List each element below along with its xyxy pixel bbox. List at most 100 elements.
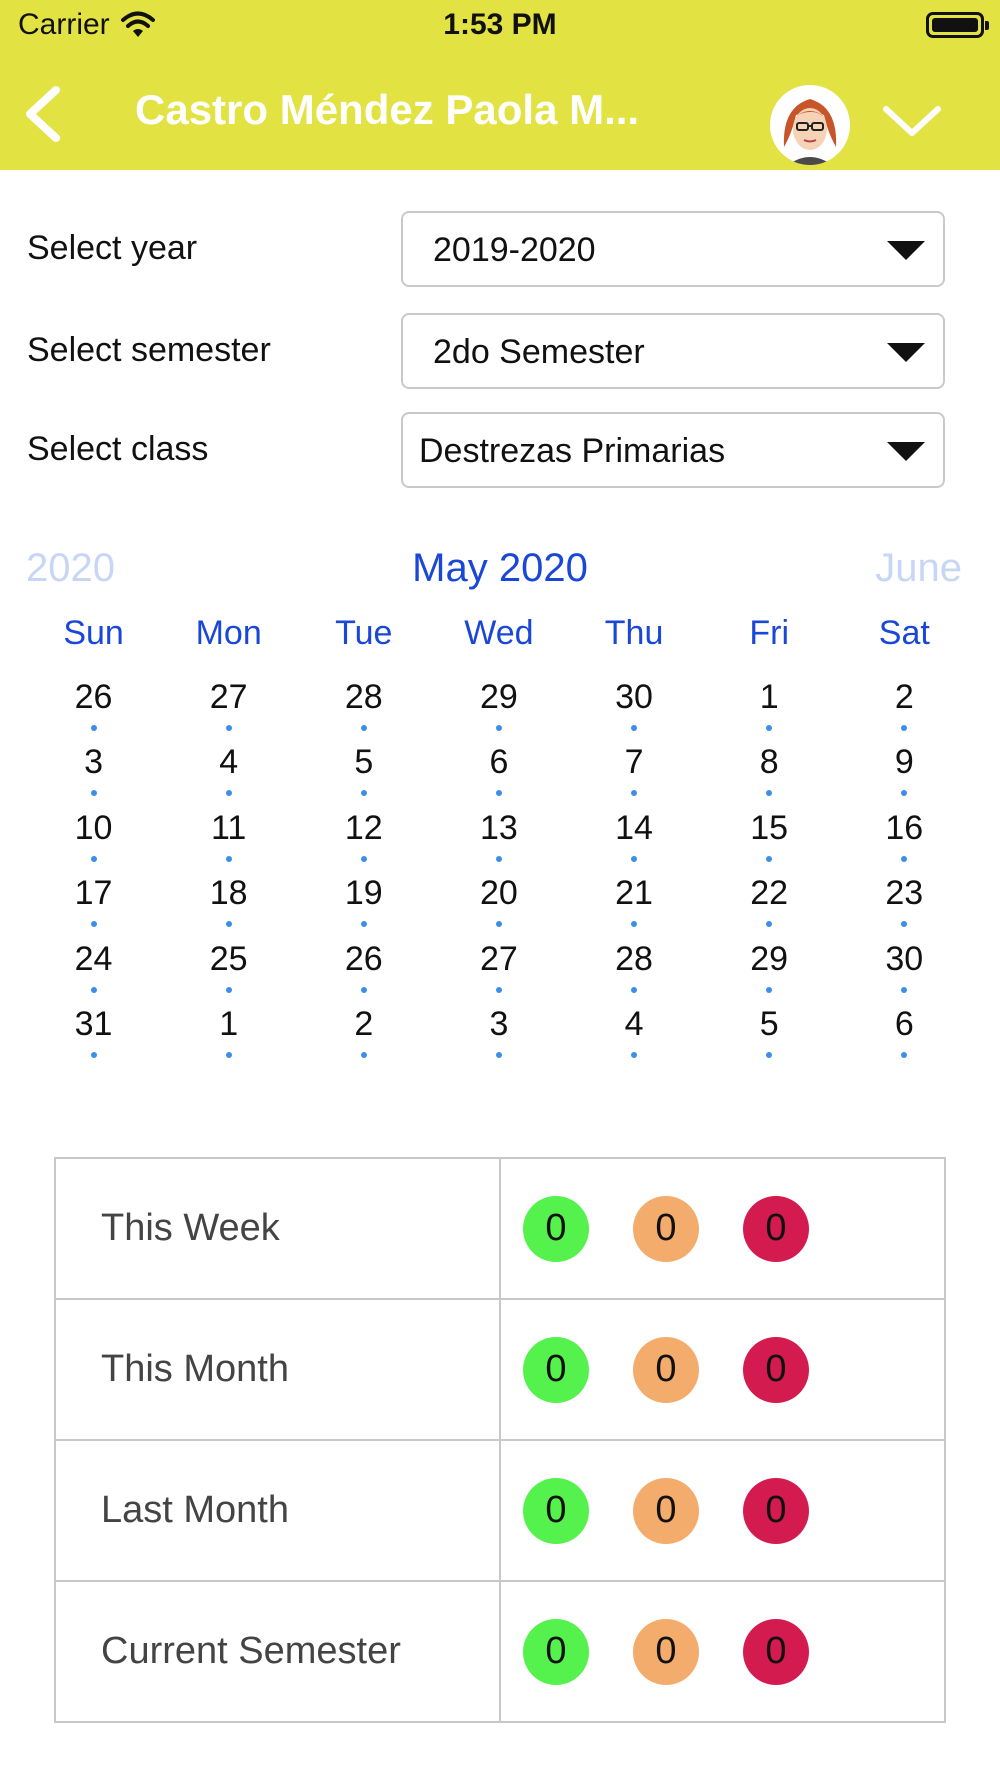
calendar-day-number: 6 <box>489 743 509 782</box>
calendar-day[interactable]: 19 <box>296 873 431 938</box>
page-title: Castro Méndez Paola M... <box>135 86 640 133</box>
chevron-left-icon <box>26 86 60 142</box>
event-dot-icon <box>90 1051 97 1058</box>
calendar-day[interactable]: 17 <box>26 873 161 938</box>
calendar-day[interactable]: 31 <box>26 1004 161 1069</box>
calendar-day[interactable]: 8 <box>702 742 837 807</box>
calendar-day-number: 20 <box>480 874 518 913</box>
calendar-day[interactable]: 13 <box>431 808 566 873</box>
calendar-day[interactable]: 7 <box>567 742 702 807</box>
calendar-day[interactable]: 4 <box>161 742 296 807</box>
calendar-day-number: 18 <box>209 874 248 913</box>
event-dot-icon <box>360 725 367 731</box>
calendar-day[interactable]: 9 <box>837 742 972 807</box>
calendar-day[interactable]: 6 <box>431 742 566 807</box>
summary-row: Last Month 0 0 0 <box>54 1439 946 1582</box>
calendar-day[interactable]: 27 <box>161 677 296 742</box>
year-label: Select year <box>27 229 198 267</box>
event-dot-icon <box>90 921 97 928</box>
event-dot-icon <box>90 725 97 731</box>
calendar-day-number: 30 <box>885 939 924 978</box>
calendar-day[interactable]: 20 <box>431 873 566 938</box>
calendar-day[interactable]: 12 <box>296 808 431 873</box>
weekday-label: Fri <box>749 614 790 652</box>
weekday-label: Tue <box>335 614 393 652</box>
calendar-day-number: 14 <box>615 808 653 847</box>
calendar-day[interactable]: 26 <box>26 677 161 742</box>
calendar-day[interactable]: 3 <box>431 1004 566 1069</box>
calendar-day[interactable]: 2 <box>296 1004 431 1069</box>
semester-label: Select semester <box>27 331 271 369</box>
calendar-day[interactable]: 23 <box>837 873 972 938</box>
calendar-day[interactable]: 26 <box>296 939 431 1004</box>
calendar-day[interactable]: 28 <box>296 677 431 742</box>
calendar-day[interactable]: 10 <box>26 808 161 873</box>
calendar-day[interactable]: 25 <box>161 939 296 1004</box>
calendar-day-number: 11 <box>211 808 247 847</box>
class-select[interactable]: Destrezas Primarias <box>401 412 945 488</box>
weekday-label: Wed <box>464 614 534 652</box>
dropdown-caret-icon <box>887 343 925 362</box>
calendar-day-number: 26 <box>74 678 113 716</box>
event-dot-icon <box>225 1051 232 1058</box>
green-count-badge: 0 <box>523 1336 589 1403</box>
semester-select[interactable]: 2do Semester <box>401 313 945 389</box>
calendar-day[interactable]: 2 <box>837 677 972 742</box>
event-dot-icon <box>901 725 908 731</box>
year-value: 2019-2020 <box>433 231 596 269</box>
event-dot-icon <box>766 725 773 731</box>
summary-period-label: This Month <box>54 1298 501 1441</box>
menu-toggle-button[interactable] <box>880 95 944 145</box>
summary-counts-cell: 000 <box>499 1439 946 1582</box>
calendar-week-row: 17 18 19 20 21 22 23 <box>26 873 972 938</box>
event-dot-icon <box>631 1051 638 1058</box>
calendar-day-number: 21 <box>615 874 653 913</box>
event-dot-icon <box>360 921 367 928</box>
calendar-day[interactable]: 11 <box>161 808 296 873</box>
event-dot-icon <box>901 921 908 928</box>
event-dot-icon <box>631 921 638 928</box>
calendar-day[interactable]: 5 <box>296 742 431 807</box>
calendar-day-number: 27 <box>480 939 518 978</box>
calendar-day[interactable]: 14 <box>567 808 702 873</box>
calendar-day[interactable]: 18 <box>161 873 296 938</box>
calendar-day-number: 29 <box>480 678 518 716</box>
calendar-day[interactable]: 24 <box>26 939 161 1004</box>
calendar-weekdays: Sun Mon Tue Wed Thu Fri Sat <box>26 614 972 653</box>
calendar-day[interactable]: 21 <box>567 873 702 938</box>
calendar-day[interactable]: 28 <box>567 939 702 1004</box>
calendar-month-title: May 2020 <box>412 546 588 590</box>
calendar-day[interactable]: 5 <box>702 1004 837 1069</box>
dropdown-caret-icon <box>887 442 925 461</box>
calendar-day[interactable]: 6 <box>837 1004 972 1069</box>
calendar-day[interactable]: 30 <box>837 939 972 1004</box>
calendar-day[interactable]: 30 <box>567 677 702 742</box>
calendar-day-number: 26 <box>344 939 383 978</box>
event-dot-icon <box>901 855 908 862</box>
calendar-day[interactable]: 15 <box>702 808 837 873</box>
calendar-day[interactable]: 29 <box>431 677 566 742</box>
battery-icon <box>926 12 989 38</box>
back-button[interactable] <box>18 80 68 150</box>
calendar-day[interactable]: 27 <box>431 939 566 1004</box>
calendar-next-label[interactable]: June <box>875 546 962 591</box>
calendar-day[interactable]: 1 <box>161 1004 296 1069</box>
event-dot-icon <box>495 725 502 731</box>
calendar-day-number: 19 <box>344 874 383 913</box>
calendar-day[interactable]: 22 <box>702 873 837 938</box>
year-select[interactable]: 2019-2020 <box>401 211 945 287</box>
red-count-badge: 0 <box>743 1618 809 1685</box>
calendar-day[interactable]: 3 <box>26 742 161 807</box>
calendar-day-number: 27 <box>209 678 248 716</box>
calendar-week-row: 31 1 2 3 4 5 6 <box>26 1004 972 1069</box>
event-dot-icon <box>225 790 232 797</box>
avatar[interactable] <box>770 85 850 165</box>
status-time: 1:53 PM <box>443 8 557 41</box>
calendar-day[interactable]: 29 <box>702 939 837 1004</box>
calendar-day[interactable]: 16 <box>837 808 972 873</box>
attendance-summary-table: This Week 0 0 0 This Month 0 0 0 Last Month 0 0 0 Cu… <box>54 1157 946 1723</box>
calendar-day[interactable]: 4 <box>567 1004 702 1069</box>
calendar-day-number: 5 <box>354 743 374 782</box>
calendar-day[interactable]: 1 <box>702 677 837 742</box>
summary-counts-cell: 000 <box>499 1157 946 1300</box>
